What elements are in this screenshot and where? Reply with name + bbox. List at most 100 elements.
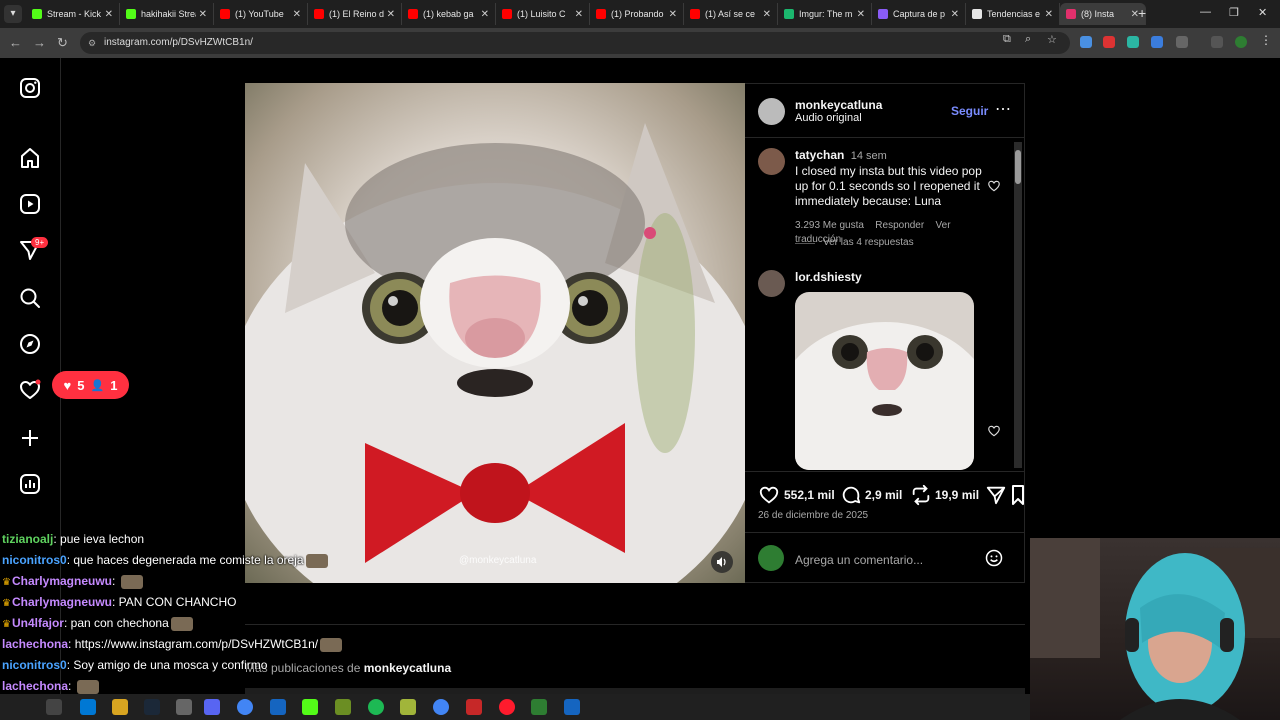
close-tab-icon[interactable]: ✕ [105, 9, 113, 20]
spotify-icon[interactable] [368, 699, 384, 715]
app-icon[interactable] [466, 699, 482, 715]
browser-tab[interactable]: Stream - Kick ✕ [26, 3, 120, 25]
activity-popup[interactable]: ♥ 5 👤 1 [52, 371, 129, 399]
comment-like-heart-icon[interactable] [987, 179, 1001, 193]
follow-button[interactable]: Seguir [951, 104, 988, 118]
repost-count[interactable]: 19,9 mil [935, 488, 979, 502]
browser-tab[interactable]: (1) El Reino de ✕ [308, 3, 402, 25]
comment-image[interactable] [795, 292, 974, 470]
kick-icon[interactable] [302, 699, 318, 715]
search-icon[interactable] [46, 699, 62, 715]
tab-search-button[interactable]: ▾ [4, 5, 22, 23]
profile-avatar[interactable] [1235, 36, 1247, 48]
chat-username[interactable]: lachechona [2, 637, 68, 651]
extension-icon[interactable] [1103, 36, 1115, 48]
comment-username[interactable]: lor.dshiesty [795, 270, 862, 284]
comment-count[interactable]: 2,9 mil [865, 488, 902, 502]
commenter-avatar[interactable] [758, 270, 785, 297]
close-tab-icon[interactable]: ✕ [1045, 9, 1053, 20]
close-tab-icon[interactable]: ✕ [199, 9, 207, 20]
close-tab-icon[interactable]: ✕ [763, 9, 771, 20]
chat-username[interactable]: Charlymagneuwu [12, 574, 112, 588]
close-tab-icon[interactable]: ✕ [669, 9, 677, 20]
reels-icon[interactable] [18, 192, 42, 216]
file-explorer-icon[interactable] [112, 699, 128, 715]
close-tab-icon[interactable]: ✕ [575, 9, 583, 20]
repost-icon[interactable] [910, 484, 932, 506]
comment-bubble-icon[interactable] [840, 484, 862, 506]
extensions-puzzle-icon[interactable] [1176, 36, 1188, 48]
chat-username[interactable]: Un4lfajor [12, 616, 64, 630]
browser-tab[interactable]: Captura de p ✕ [872, 3, 966, 25]
comments-scrollbar[interactable] [1014, 142, 1022, 468]
opera-icon[interactable] [499, 699, 515, 715]
minimize-button[interactable]: — [1200, 6, 1211, 18]
like-heart-icon[interactable] [758, 484, 780, 506]
audio-label[interactable]: Audio original [795, 112, 882, 124]
more-options-icon[interactable]: ⋯ [995, 99, 1011, 119]
browser-tab[interactable]: (1) Así se ce ✕ [684, 3, 778, 25]
reading-list-icon[interactable] [1211, 36, 1223, 48]
discord-icon[interactable] [204, 699, 220, 715]
browser-tab[interactable]: Imgur: The m ✕ [778, 3, 872, 25]
zoom-icon[interactable]: ⌕ [1025, 33, 1031, 46]
comment-username[interactable]: tatychan [795, 148, 844, 162]
home-icon[interactable] [18, 146, 42, 170]
install-app-icon[interactable]: ⧉ [1003, 33, 1011, 46]
chat-username[interactable]: Charlymagneuwu [12, 595, 112, 609]
app-icon[interactable] [531, 699, 547, 715]
close-tab-icon[interactable]: ✕ [481, 9, 489, 20]
like-count[interactable]: 552,1 mil [784, 488, 835, 502]
forward-button[interactable]: → [33, 35, 46, 50]
chrome-icon[interactable] [237, 699, 253, 715]
chat-username[interactable]: niconitros0 [2, 553, 67, 567]
comment-likes[interactable]: 3.293 Me gusta [795, 220, 864, 231]
close-window-button[interactable]: ✕ [1258, 6, 1267, 19]
post-video[interactable] [245, 83, 745, 583]
browser-tab[interactable]: hakihakii Stream✕ [120, 3, 214, 25]
dashboard-icon[interactable] [18, 472, 42, 496]
author-username[interactable]: monkeycatluna [795, 98, 882, 112]
explore-icon[interactable] [18, 332, 42, 356]
commenter-avatar[interactable] [758, 148, 785, 175]
app-icon[interactable] [270, 699, 286, 715]
browser-menu-icon[interactable]: ⋮ [1260, 33, 1272, 47]
app-icon[interactable] [564, 699, 580, 715]
app-icon[interactable] [400, 699, 416, 715]
chat-username[interactable]: tizianoalj [2, 532, 53, 546]
emoji-icon[interactable] [984, 548, 1004, 568]
reply-button[interactable]: Responder [875, 220, 924, 231]
current-user-avatar[interactable] [758, 545, 784, 571]
extension-icon[interactable] [1151, 36, 1163, 48]
create-plus-icon[interactable] [18, 426, 42, 450]
reload-button[interactable]: ↻ [57, 35, 68, 51]
close-tab-icon[interactable]: ✕ [951, 9, 959, 20]
extension-icon[interactable] [1080, 36, 1092, 48]
chrome-icon[interactable] [433, 699, 449, 715]
comment-input[interactable]: Agrega un comentario... [795, 553, 923, 567]
browser-tab[interactable]: (8) Insta ✕ [1060, 3, 1146, 25]
mute-button[interactable] [711, 551, 733, 573]
new-tab-button[interactable]: + [1138, 5, 1146, 21]
close-tab-icon[interactable]: ✕ [293, 9, 301, 20]
maximize-button[interactable]: ❐ [1229, 6, 1239, 19]
browser-tab[interactable]: Tendencias e ✕ [966, 3, 1060, 25]
view-replies-button[interactable]: Ver las 4 respuestas [823, 237, 914, 248]
scrollbar-thumb[interactable] [1015, 150, 1021, 184]
browser-tab[interactable]: (1) kebab ga ✕ [402, 3, 496, 25]
notifications-heart-icon[interactable] [18, 378, 42, 402]
comments-list[interactable]: tatychan 14 sem I closed my insta but th… [745, 138, 1024, 470]
minecraft-icon[interactable] [335, 699, 351, 715]
address-bar[interactable]: ⚙ instagram.com/p/DSvHZWtCB1n/ [80, 32, 1070, 54]
author-avatar[interactable] [758, 98, 785, 125]
share-icon[interactable] [985, 484, 1007, 506]
browser-tab[interactable]: (1) Luisito C ✕ [496, 3, 590, 25]
steam-icon[interactable] [144, 699, 160, 715]
chat-username[interactable]: niconitros0 [2, 658, 67, 672]
extension-icon[interactable] [1127, 36, 1139, 48]
browser-tab[interactable]: (1) Probando ✕ [590, 3, 684, 25]
chat-username[interactable]: lachechona [2, 679, 68, 693]
bookmark-star-icon[interactable]: ☆ [1047, 33, 1057, 46]
close-tab-icon[interactable]: ✕ [857, 9, 865, 20]
instagram-logo-icon[interactable] [18, 76, 42, 100]
